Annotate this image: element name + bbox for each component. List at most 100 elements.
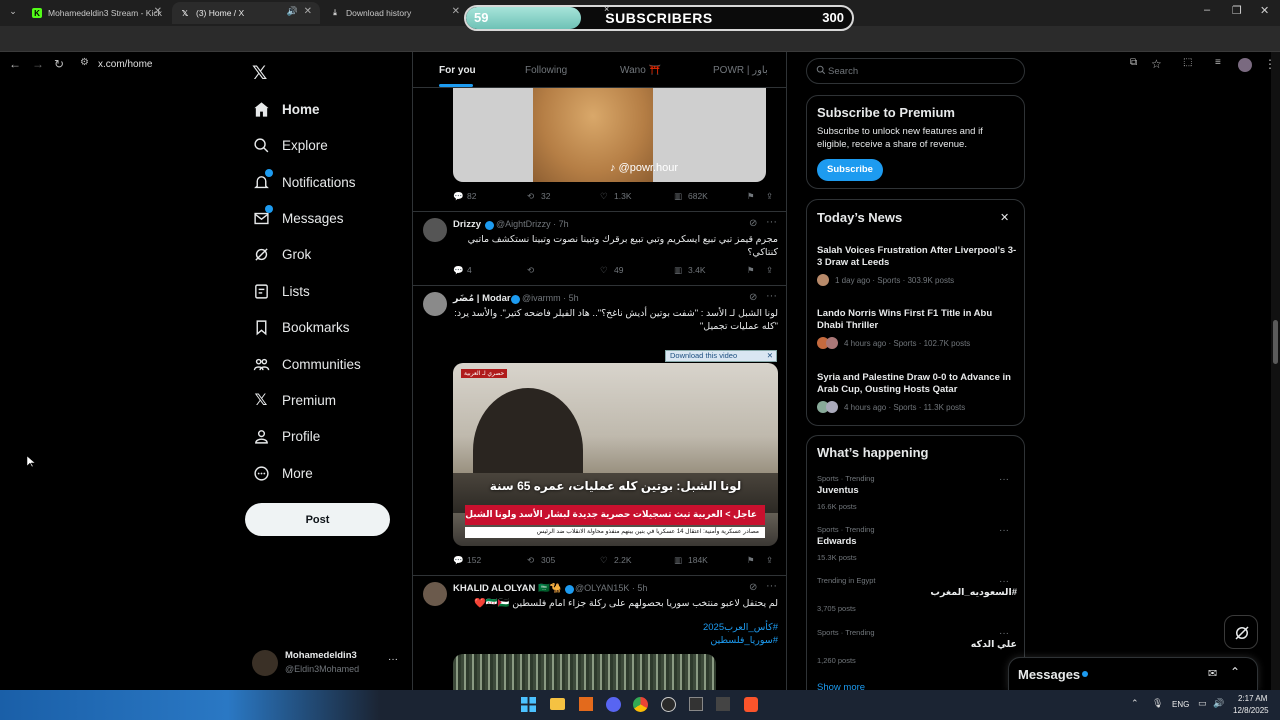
sidebar-item-bookmarks[interactable]: Bookmarks bbox=[252, 315, 350, 339]
bookmark-icon[interactable]: ⚑ bbox=[747, 555, 755, 566]
tab-download-history[interactable]: ⤓ Download history ✕ bbox=[322, 2, 468, 24]
news-item[interactable]: Salah Voices Frustration After Liverpool… bbox=[817, 245, 1017, 286]
bookmark-icon[interactable]: ⚑ bbox=[747, 265, 755, 276]
more-icon[interactable]: ··· bbox=[999, 628, 1009, 639]
hashtag-link[interactable]: #سوريا_فلسطين bbox=[453, 634, 778, 647]
back-icon[interactable]: ← bbox=[9, 57, 21, 71]
account-more-icon[interactable]: ··· bbox=[388, 654, 398, 665]
grok-icon[interactable]: ⊘ bbox=[749, 218, 757, 229]
repost-icon[interactable]: ⟲ bbox=[527, 191, 534, 202]
tweet-handle[interactable]: @ivarmm · 5h bbox=[522, 293, 579, 303]
tab-kick[interactable]: K Mohamedeldin3 Stream - Kick ✕ bbox=[24, 2, 170, 24]
url-field[interactable]: x.com/home bbox=[98, 59, 152, 70]
like-icon[interactable]: ♡ bbox=[600, 555, 608, 566]
more-icon[interactable]: ··· bbox=[766, 216, 777, 228]
language-indicator[interactable]: ENG bbox=[1172, 700, 1189, 709]
bookmark-star-icon[interactable]: ☆ bbox=[1151, 57, 1162, 71]
close-icon[interactable]: ✕ bbox=[154, 6, 162, 17]
news-item[interactable]: Lando Norris Wins First F1 Title in Abu … bbox=[817, 308, 1017, 349]
cast-icon[interactable]: ⧉ bbox=[1130, 57, 1137, 68]
subscribe-button[interactable]: Subscribe bbox=[817, 159, 883, 181]
obs-icon[interactable] bbox=[661, 697, 676, 712]
grok-icon[interactable]: ⊘ bbox=[749, 582, 757, 593]
views-icon[interactable]: ▥ bbox=[674, 191, 682, 202]
avatar[interactable] bbox=[423, 292, 447, 316]
post-button[interactable]: Post bbox=[245, 503, 390, 536]
messages-drawer[interactable]: Messages ✉ ⌃ bbox=[1008, 657, 1258, 690]
sidebar-item-more[interactable]: More bbox=[252, 461, 313, 485]
scrollbar-thumb[interactable] bbox=[1273, 320, 1278, 364]
more-icon[interactable]: ··· bbox=[766, 290, 777, 302]
reply-icon[interactable]: 💬 bbox=[453, 191, 464, 202]
trend-item[interactable]: Sports · Trending Edwards 15.3K posts ··… bbox=[817, 525, 1017, 562]
news-item[interactable]: Syria and Palestine Draw 0-0 to Advance … bbox=[817, 372, 1017, 413]
tab-following[interactable]: Following bbox=[525, 65, 567, 76]
avatar[interactable] bbox=[423, 582, 447, 606]
like-icon[interactable]: ♡ bbox=[600, 191, 608, 202]
share-icon[interactable]: ⇪ bbox=[766, 265, 773, 276]
profile-avatar[interactable] bbox=[1238, 58, 1252, 72]
tweet-author[interactable]: مُضَر | Modar bbox=[453, 293, 511, 304]
close-icon[interactable]: ✕ bbox=[1000, 211, 1009, 224]
minimize-icon[interactable]: – bbox=[1204, 4, 1210, 16]
clock-time[interactable]: 2:17 AM bbox=[1238, 694, 1267, 703]
microphone-icon[interactable]: 🎙 bbox=[1152, 698, 1163, 709]
volume-icon[interactable]: 🔊 bbox=[1213, 698, 1224, 709]
views-icon[interactable]: ▥ bbox=[674, 265, 682, 276]
share-icon[interactable]: ⇪ bbox=[766, 555, 773, 566]
page-scrollbar[interactable] bbox=[1271, 52, 1280, 690]
site-info-icon[interactable]: ⚙ bbox=[80, 57, 89, 68]
extensions-icon[interactable]: ⬚ bbox=[1183, 57, 1192, 68]
sidebar-item-home[interactable]: Home bbox=[252, 97, 320, 121]
tab-powr[interactable]: POWR | باور bbox=[713, 65, 768, 76]
chevron-up-icon[interactable]: ⌃ bbox=[1131, 698, 1139, 709]
sidebar-item-explore[interactable]: Explore bbox=[252, 133, 328, 157]
avatar[interactable] bbox=[423, 218, 447, 242]
grok-icon[interactable]: ⊘ bbox=[749, 292, 757, 303]
sidebar-item-lists[interactable]: Lists bbox=[252, 279, 310, 303]
close-icon[interactable]: ✕ bbox=[452, 6, 460, 17]
speaker-icon[interactable]: 🔊 bbox=[287, 6, 298, 17]
discord-icon[interactable] bbox=[606, 697, 621, 712]
tweet-handle[interactable]: @OLYAN15K · 5h bbox=[575, 583, 647, 593]
reply-icon[interactable]: 💬 bbox=[453, 265, 464, 276]
clock-date[interactable]: 12/8/2025 bbox=[1233, 706, 1269, 715]
window-close-icon[interactable]: ✕ bbox=[1260, 4, 1269, 17]
close-icon[interactable]: ✕ bbox=[304, 6, 312, 17]
sidebar-item-grok[interactable]: Grok bbox=[252, 242, 311, 266]
maximize-icon[interactable]: ❐ bbox=[1232, 4, 1242, 17]
search-input[interactable]: Search bbox=[806, 58, 1025, 84]
more-icon[interactable]: ··· bbox=[999, 576, 1009, 587]
tab-search-button[interactable]: ⌄ bbox=[6, 6, 20, 20]
repost-icon[interactable]: ⟲ bbox=[527, 555, 534, 566]
close-icon[interactable]: ✕ bbox=[767, 351, 773, 360]
trend-item[interactable]: Sports · Trending علي الدكه 1,260 posts … bbox=[817, 628, 1017, 665]
tweet-author[interactable]: KHALID ALOLYAN 🇸🇦🐪 bbox=[453, 583, 562, 594]
file-explorer-icon[interactable] bbox=[550, 698, 565, 710]
brave-icon[interactable] bbox=[744, 697, 758, 712]
tab-for-you[interactable]: For you bbox=[439, 65, 476, 76]
more-icon[interactable]: ··· bbox=[999, 525, 1009, 536]
tab-x-home[interactable]: 𝕏 (3) Home / X 🔊 ✕ bbox=[172, 2, 320, 24]
tweet-handle[interactable]: @AightDrizzy · 7h bbox=[496, 219, 569, 229]
network-icon[interactable]: ▭ bbox=[1198, 698, 1207, 709]
tweet-video[interactable]: ♪ @powr.hour bbox=[453, 88, 766, 182]
new-message-icon[interactable]: ✉ bbox=[1208, 667, 1217, 680]
windows-start-icon[interactable] bbox=[521, 697, 536, 712]
app-icon[interactable] bbox=[716, 697, 730, 711]
trend-item[interactable]: Trending in Egypt #السعوديه_المغرب 3,705… bbox=[817, 576, 1017, 613]
x-logo[interactable]: 𝕏 bbox=[252, 62, 267, 85]
sidebar-item-messages[interactable]: Messages bbox=[252, 205, 344, 230]
forward-icon[interactable]: → bbox=[32, 57, 44, 71]
bookmark-icon[interactable]: ⚑ bbox=[747, 191, 755, 202]
tweet-video[interactable]: حصري لـ العربية لونا الشبل: بوتين كله عم… bbox=[453, 363, 778, 546]
account-switcher[interactable]: Mohamedeldin3 @Eldin3Mohamed ··· bbox=[252, 648, 402, 682]
app-icon[interactable] bbox=[579, 697, 593, 711]
chrome-icon[interactable] bbox=[633, 697, 648, 712]
media-icon[interactable]: ≡ bbox=[1215, 57, 1221, 68]
reload-icon[interactable]: ↻ bbox=[54, 57, 64, 71]
reply-icon[interactable]: 💬 bbox=[453, 555, 464, 566]
expand-icon[interactable]: ⌃ bbox=[1230, 665, 1240, 679]
tweet-image[interactable] bbox=[453, 654, 716, 690]
repost-icon[interactable]: ⟲ bbox=[527, 265, 534, 276]
